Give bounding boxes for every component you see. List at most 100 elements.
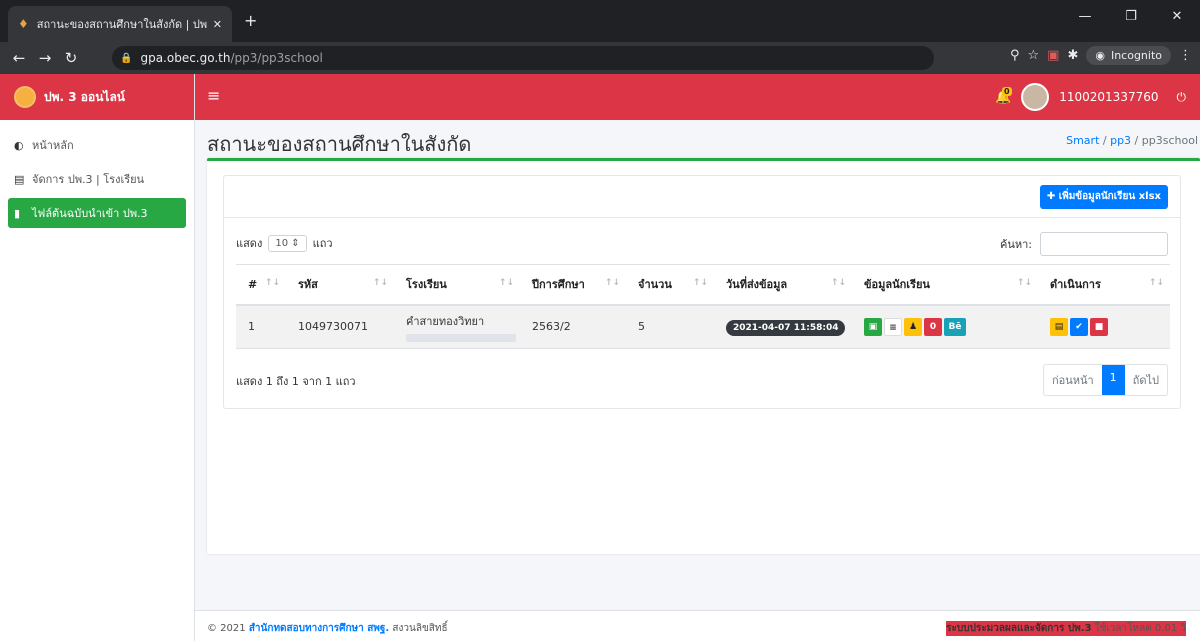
power-icon[interactable]: ⏻ bbox=[1177, 90, 1187, 105]
footer-system: ระบบประมวลผลและจัดการ ปพ.3 bbox=[946, 623, 1092, 634]
browser-tab[interactable]: ♦ สถานะของสถานศึกษาในสังกัด | ปพ. 3 ✕ bbox=[8, 6, 232, 42]
forward-icon[interactable]: → bbox=[32, 49, 58, 67]
zoom-icon[interactable]: ⚲ bbox=[1010, 48, 1020, 63]
sidebar-item-label: หน้าหลัก bbox=[32, 139, 74, 152]
user-id[interactable]: 1100201337760 bbox=[1059, 90, 1158, 104]
add-student-xlsx-button[interactable]: ✚ เพิ่มข้อมูลนักเรียน xlsx bbox=[1039, 185, 1168, 209]
brand[interactable]: ปพ. 3 ออนไลน์ bbox=[0, 74, 194, 120]
incognito-label: Incognito bbox=[1110, 49, 1162, 62]
hamburger-icon[interactable]: ≡ bbox=[207, 86, 220, 105]
cell-school: คำสายทองวิทยา bbox=[394, 304, 520, 349]
search-input[interactable] bbox=[1040, 232, 1168, 256]
pager-prev-button[interactable]: ก่อนหน้า bbox=[1044, 365, 1102, 395]
browser-tabbar: ♦ สถานะของสถานศึกษาในสังกัด | ปพ. 3 ✕ + … bbox=[0, 0, 1200, 42]
id-card-icon[interactable]: ≡ bbox=[884, 317, 902, 336]
column-label: รหัส bbox=[298, 278, 318, 292]
window-controls: — ❐ ✕ bbox=[1062, 0, 1200, 42]
school-table-card: ✚ เพิ่มข้อมูลนักเรียน xlsx แสดง 10 ⇕ แถว… bbox=[223, 175, 1181, 409]
school-name: คำสายทองวิทยา bbox=[406, 314, 485, 328]
column-header-num[interactable]: # ↑↓ bbox=[236, 264, 286, 306]
notification-count: 0 bbox=[1002, 86, 1012, 96]
cell-date: 2021-04-07 11:58:04 bbox=[714, 304, 852, 349]
minimize-icon[interactable]: — bbox=[1062, 0, 1108, 42]
column-label: ข้อมูลนักเรียน bbox=[864, 278, 930, 292]
clipboard-icon: ▤ bbox=[14, 172, 25, 186]
reload-icon[interactable]: ↻ bbox=[58, 49, 84, 67]
footer-rights: สงวนลิขสิทธิ์ bbox=[392, 623, 448, 634]
column-header-year[interactable]: ปีการศึกษา ↑↓ bbox=[520, 264, 626, 306]
zero-count-button[interactable]: 0 bbox=[924, 317, 942, 336]
cell-code: 1049730071 bbox=[286, 304, 394, 349]
sidebar-item-manage[interactable]: ▤ จัดการ ปพ.3 | โรงเรียน bbox=[8, 164, 186, 194]
table-info: แสดง 1 ถึง 1 จาก 1 แถว bbox=[236, 375, 356, 388]
sidebar-item-source-files[interactable]: ▮ ไฟล์ต้นฉบับนำเข้า ปพ.3 bbox=[8, 198, 186, 228]
check-circle-icon[interactable]: ✔ bbox=[1070, 317, 1088, 336]
sort-icon: ↑↓ bbox=[604, 278, 620, 288]
sidebar: ปพ. 3 ออนไลน์ ◐ หน้าหลัก ▤ จัดการ ปพ.3 |… bbox=[0, 74, 195, 641]
notification-bell-icon[interactable]: 🔔 0 bbox=[995, 86, 1012, 105]
tab-title: สถานะของสถานศึกษาในสังกัด | ปพ. 3 bbox=[36, 18, 207, 31]
column-header-code[interactable]: รหัส ↑↓ bbox=[286, 264, 394, 306]
footer-load-time: ใช้เวลาโหลด 0.01 วิ bbox=[1094, 623, 1186, 634]
table-row: 1 1049730071 คำสายทองวิทยา 2563/2 5 2021… bbox=[236, 304, 1170, 349]
close-tab-icon[interactable]: ✕ bbox=[213, 18, 222, 31]
pagination: ก่อนหน้า 1 ถัดไป bbox=[1042, 364, 1168, 396]
search-label: ค้นหา: bbox=[999, 238, 1032, 251]
column-label: วันที่ส่งข้อมูล bbox=[726, 278, 788, 292]
column-header-actions[interactable]: ดำเนินการ ↑↓ bbox=[1038, 264, 1170, 306]
pager-current-button[interactable]: 1 bbox=[1101, 365, 1125, 395]
menu-kebab-icon[interactable]: ⋮ bbox=[1179, 48, 1192, 63]
logo-icon bbox=[14, 86, 36, 108]
site-favicon-icon: ♦ bbox=[18, 17, 29, 31]
user-file-icon[interactable]: ♟ bbox=[904, 317, 922, 336]
navbar-right: 🔔 0 1100201337760 ⏻ bbox=[995, 83, 1186, 111]
page-title: สถานะของสถานศึกษาในสังกัด bbox=[207, 132, 472, 156]
column-header-count[interactable]: จำนวน ↑↓ bbox=[626, 264, 714, 306]
circle-half-icon: ◐ bbox=[14, 138, 24, 152]
column-label: โรงเรียน bbox=[406, 278, 447, 292]
incognito-badge[interactable]: ◉ Incognito bbox=[1086, 46, 1171, 65]
sort-icon: ↑↓ bbox=[1016, 278, 1032, 288]
sort-icon: ↑↓ bbox=[372, 278, 388, 288]
column-label: ดำเนินการ bbox=[1050, 278, 1101, 292]
restore-icon[interactable]: ❐ bbox=[1108, 0, 1154, 42]
bookmark-star-icon[interactable]: ☆ bbox=[1027, 48, 1039, 63]
page-length-value: 10 bbox=[275, 237, 289, 249]
footer-org-link[interactable]: สำนักทดสอบทางการศึกษา สพฐ. bbox=[249, 623, 389, 634]
column-header-school[interactable]: โรงเรียน ↑↓ bbox=[394, 264, 520, 306]
url-input[interactable]: 🔒 gpa.obec.go.th/pp3/pp3school bbox=[112, 46, 934, 70]
footer-left: © 2021 สำนักทดสอบทางการศึกษา สพฐ. สงวนลิ… bbox=[207, 621, 448, 636]
browser-actions: ⚲ ☆ ▣ ✱ ◉ Incognito ⋮ bbox=[1010, 46, 1192, 65]
trash-icon[interactable]: ■ bbox=[1090, 317, 1108, 336]
be-button[interactable]: Bē bbox=[944, 317, 966, 336]
length-suffix: แถว bbox=[312, 237, 333, 250]
page-length-select[interactable]: 10 ⇕ bbox=[268, 234, 307, 252]
close-window-icon[interactable]: ✕ bbox=[1154, 0, 1200, 42]
puzzle-icon[interactable]: ✱ bbox=[1067, 48, 1078, 63]
table-search: ค้นหา: bbox=[1000, 232, 1168, 256]
footer: © 2021 สำนักทดสอบทางการศึกษา สพฐ. สงวนลิ… bbox=[195, 610, 1200, 641]
back-icon[interactable]: ← bbox=[6, 49, 32, 67]
avatar[interactable] bbox=[1021, 83, 1050, 111]
column-label: ปีการศึกษา bbox=[532, 278, 585, 292]
column-header-student-data[interactable]: ข้อมูลนักเรียน ↑↓ bbox=[852, 264, 1038, 306]
excel-file-icon[interactable]: ▣ bbox=[864, 317, 882, 336]
add-button-label: เพิ่มข้อมูลนักเรียน xlsx bbox=[1058, 191, 1161, 202]
breadcrumb-smart[interactable]: Smart bbox=[1066, 134, 1099, 147]
main-content: สถานะของสถานศึกษาในสังกัด Smart / pp3 / … bbox=[195, 120, 1200, 610]
breadcrumb-pp3[interactable]: pp3 bbox=[1110, 134, 1131, 147]
breadcrumb: Smart / pp3 / pp3school bbox=[1066, 134, 1198, 147]
column-label: จำนวน bbox=[638, 278, 672, 292]
pdf-file-icon[interactable]: ▤ bbox=[1050, 317, 1068, 336]
extension-icon[interactable]: ▣ bbox=[1047, 48, 1059, 63]
card-header: ✚ เพิ่มข้อมูลนักเรียน xlsx bbox=[224, 176, 1180, 218]
sort-icon: ↑↓ bbox=[1148, 278, 1164, 288]
sidebar-item-home[interactable]: ◐ หน้าหลัก bbox=[8, 130, 186, 160]
sort-icon: ↑↓ bbox=[692, 278, 708, 288]
new-tab-icon[interactable]: + bbox=[244, 11, 257, 30]
cell-num: 1 bbox=[236, 304, 286, 349]
column-header-date[interactable]: วันที่ส่งข้อมูล ↑↓ bbox=[714, 264, 852, 306]
sort-icon: ↑↓ bbox=[830, 278, 846, 288]
top-navbar: ≡ 🔔 0 1100201337760 ⏻ bbox=[195, 74, 1200, 120]
pager-next-button[interactable]: ถัดไป bbox=[1125, 365, 1167, 395]
